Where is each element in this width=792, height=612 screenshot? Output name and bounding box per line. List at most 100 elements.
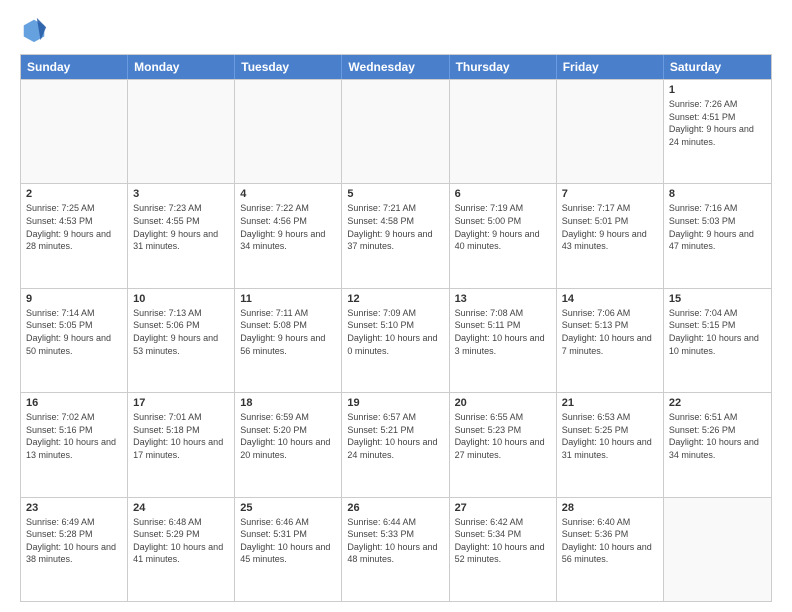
day-number: 25 bbox=[240, 502, 336, 514]
calendar-cell-w4d3: 26 Sunrise: 6:44 AM Sunset: 5:33 PM Dayli… bbox=[342, 498, 449, 601]
day-info: Sunrise: 6:44 AM Sunset: 5:33 PM Dayligh… bbox=[347, 516, 443, 566]
day-number: 9 bbox=[26, 293, 122, 305]
calendar-cell-w1d5: 7 Sunrise: 7:17 AM Sunset: 5:01 PM Daylig… bbox=[557, 184, 664, 287]
header bbox=[20, 16, 772, 44]
calendar-header-saturday: Saturday bbox=[664, 55, 771, 79]
calendar-week-0: 1 Sunrise: 7:26 AM Sunset: 4:51 PM Daylig… bbox=[21, 79, 771, 183]
calendar-cell-w0d5 bbox=[557, 80, 664, 183]
day-info: Sunrise: 7:08 AM Sunset: 5:11 PM Dayligh… bbox=[455, 307, 551, 357]
calendar-cell-w4d6 bbox=[664, 498, 771, 601]
day-info: Sunrise: 6:46 AM Sunset: 5:31 PM Dayligh… bbox=[240, 516, 336, 566]
day-info: Sunrise: 7:23 AM Sunset: 4:55 PM Dayligh… bbox=[133, 202, 229, 252]
day-number: 26 bbox=[347, 502, 443, 514]
day-number: 17 bbox=[133, 397, 229, 409]
day-info: Sunrise: 7:16 AM Sunset: 5:03 PM Dayligh… bbox=[669, 202, 766, 252]
calendar-cell-w3d6: 22 Sunrise: 6:51 AM Sunset: 5:26 PM Dayli… bbox=[664, 393, 771, 496]
calendar-cell-w0d6: 1 Sunrise: 7:26 AM Sunset: 4:51 PM Daylig… bbox=[664, 80, 771, 183]
day-number: 20 bbox=[455, 397, 551, 409]
day-number: 1 bbox=[669, 84, 766, 96]
calendar-cell-w1d2: 4 Sunrise: 7:22 AM Sunset: 4:56 PM Daylig… bbox=[235, 184, 342, 287]
day-number: 22 bbox=[669, 397, 766, 409]
calendar-cell-w1d4: 6 Sunrise: 7:19 AM Sunset: 5:00 PM Daylig… bbox=[450, 184, 557, 287]
day-number: 10 bbox=[133, 293, 229, 305]
calendar-cell-w2d4: 13 Sunrise: 7:08 AM Sunset: 5:11 PM Dayli… bbox=[450, 289, 557, 392]
day-info: Sunrise: 7:17 AM Sunset: 5:01 PM Dayligh… bbox=[562, 202, 658, 252]
calendar-cell-w4d5: 28 Sunrise: 6:40 AM Sunset: 5:36 PM Dayli… bbox=[557, 498, 664, 601]
calendar-week-3: 16 Sunrise: 7:02 AM Sunset: 5:16 PM Dayli… bbox=[21, 392, 771, 496]
calendar-cell-w0d1 bbox=[128, 80, 235, 183]
calendar-week-1: 2 Sunrise: 7:25 AM Sunset: 4:53 PM Daylig… bbox=[21, 183, 771, 287]
day-info: Sunrise: 7:09 AM Sunset: 5:10 PM Dayligh… bbox=[347, 307, 443, 357]
calendar-cell-w0d0 bbox=[21, 80, 128, 183]
calendar-header-monday: Monday bbox=[128, 55, 235, 79]
logo bbox=[20, 16, 52, 44]
day-info: Sunrise: 7:14 AM Sunset: 5:05 PM Dayligh… bbox=[26, 307, 122, 357]
day-number: 6 bbox=[455, 188, 551, 200]
calendar-cell-w1d0: 2 Sunrise: 7:25 AM Sunset: 4:53 PM Daylig… bbox=[21, 184, 128, 287]
day-number: 24 bbox=[133, 502, 229, 514]
calendar-cell-w3d0: 16 Sunrise: 7:02 AM Sunset: 5:16 PM Dayli… bbox=[21, 393, 128, 496]
day-info: Sunrise: 7:19 AM Sunset: 5:00 PM Dayligh… bbox=[455, 202, 551, 252]
day-number: 5 bbox=[347, 188, 443, 200]
calendar: SundayMondayTuesdayWednesdayThursdayFrid… bbox=[20, 54, 772, 602]
day-number: 15 bbox=[669, 293, 766, 305]
calendar-header-tuesday: Tuesday bbox=[235, 55, 342, 79]
day-info: Sunrise: 6:59 AM Sunset: 5:20 PM Dayligh… bbox=[240, 411, 336, 461]
calendar-week-4: 23Sunrise: 6:49 AM Sunset: 5:28 PM Dayli… bbox=[21, 497, 771, 601]
calendar-cell-w3d5: 21 Sunrise: 6:53 AM Sunset: 5:25 PM Dayli… bbox=[557, 393, 664, 496]
day-info: Sunrise: 7:22 AM Sunset: 4:56 PM Dayligh… bbox=[240, 202, 336, 252]
calendar-header-wednesday: Wednesday bbox=[342, 55, 449, 79]
day-info: Sunrise: 6:40 AM Sunset: 5:36 PM Dayligh… bbox=[562, 516, 658, 566]
day-number: 23 bbox=[26, 502, 122, 514]
calendar-cell-w4d4: 27Sunrise: 6:42 AM Sunset: 5:34 PM Dayli… bbox=[450, 498, 557, 601]
calendar-cell-w0d2 bbox=[235, 80, 342, 183]
calendar-week-2: 9 Sunrise: 7:14 AM Sunset: 5:05 PM Daylig… bbox=[21, 288, 771, 392]
day-number: 16 bbox=[26, 397, 122, 409]
day-info: Sunrise: 7:26 AM Sunset: 4:51 PM Dayligh… bbox=[669, 98, 766, 148]
calendar-cell-w2d2: 11 Sunrise: 7:11 AM Sunset: 5:08 PM Dayli… bbox=[235, 289, 342, 392]
day-info: Sunrise: 6:51 AM Sunset: 5:26 PM Dayligh… bbox=[669, 411, 766, 461]
calendar-cell-w4d0: 23Sunrise: 6:49 AM Sunset: 5:28 PM Dayli… bbox=[21, 498, 128, 601]
calendar-cell-w3d2: 18 Sunrise: 6:59 AM Sunset: 5:20 PM Dayli… bbox=[235, 393, 342, 496]
day-number: 2 bbox=[26, 188, 122, 200]
day-info: Sunrise: 7:25 AM Sunset: 4:53 PM Dayligh… bbox=[26, 202, 122, 252]
day-info: Sunrise: 7:21 AM Sunset: 4:58 PM Dayligh… bbox=[347, 202, 443, 252]
calendar-cell-w1d1: 3 Sunrise: 7:23 AM Sunset: 4:55 PM Daylig… bbox=[128, 184, 235, 287]
calendar-cell-w2d5: 14 Sunrise: 7:06 AM Sunset: 5:13 PM Dayli… bbox=[557, 289, 664, 392]
day-number: 7 bbox=[562, 188, 658, 200]
calendar-cell-w1d3: 5 Sunrise: 7:21 AM Sunset: 4:58 PM Daylig… bbox=[342, 184, 449, 287]
calendar-body: 1 Sunrise: 7:26 AM Sunset: 4:51 PM Daylig… bbox=[21, 79, 771, 601]
day-number: 13 bbox=[455, 293, 551, 305]
calendar-cell-w1d6: 8Sunrise: 7:16 AM Sunset: 5:03 PM Daylig… bbox=[664, 184, 771, 287]
day-number: 12 bbox=[347, 293, 443, 305]
day-number: 14 bbox=[562, 293, 658, 305]
calendar-cell-w0d3 bbox=[342, 80, 449, 183]
calendar-cell-w3d4: 20 Sunrise: 6:55 AM Sunset: 5:23 PM Dayli… bbox=[450, 393, 557, 496]
day-number: 3 bbox=[133, 188, 229, 200]
day-info: Sunrise: 7:06 AM Sunset: 5:13 PM Dayligh… bbox=[562, 307, 658, 357]
calendar-header-friday: Friday bbox=[557, 55, 664, 79]
calendar-header-sunday: Sunday bbox=[21, 55, 128, 79]
calendar-cell-w4d1: 24 Sunrise: 6:48 AM Sunset: 5:29 PM Dayli… bbox=[128, 498, 235, 601]
day-number: 4 bbox=[240, 188, 336, 200]
day-info: Sunrise: 7:11 AM Sunset: 5:08 PM Dayligh… bbox=[240, 307, 336, 357]
day-number: 11 bbox=[240, 293, 336, 305]
calendar-cell-w3d1: 17Sunrise: 7:01 AM Sunset: 5:18 PM Dayli… bbox=[128, 393, 235, 496]
calendar-cell-w2d6: 15Sunrise: 7:04 AM Sunset: 5:15 PM Dayli… bbox=[664, 289, 771, 392]
day-number: 18 bbox=[240, 397, 336, 409]
day-number: 28 bbox=[562, 502, 658, 514]
calendar-cell-w4d2: 25 Sunrise: 6:46 AM Sunset: 5:31 PM Dayli… bbox=[235, 498, 342, 601]
calendar-cell-w2d0: 9 Sunrise: 7:14 AM Sunset: 5:05 PM Daylig… bbox=[21, 289, 128, 392]
day-number: 19 bbox=[347, 397, 443, 409]
logo-icon bbox=[20, 16, 48, 44]
day-info: Sunrise: 6:48 AM Sunset: 5:29 PM Dayligh… bbox=[133, 516, 229, 566]
day-number: 21 bbox=[562, 397, 658, 409]
day-info: Sunrise: 7:02 AM Sunset: 5:16 PM Dayligh… bbox=[26, 411, 122, 461]
page: SundayMondayTuesdayWednesdayThursdayFrid… bbox=[0, 0, 792, 612]
day-info: Sunrise: 6:57 AM Sunset: 5:21 PM Dayligh… bbox=[347, 411, 443, 461]
day-info: Sunrise: 7:13 AM Sunset: 5:06 PM Dayligh… bbox=[133, 307, 229, 357]
calendar-cell-w0d4 bbox=[450, 80, 557, 183]
calendar-cell-w3d3: 19 Sunrise: 6:57 AM Sunset: 5:21 PM Dayli… bbox=[342, 393, 449, 496]
day-info: Sunrise: 6:53 AM Sunset: 5:25 PM Dayligh… bbox=[562, 411, 658, 461]
day-info: Sunrise: 6:55 AM Sunset: 5:23 PM Dayligh… bbox=[455, 411, 551, 461]
